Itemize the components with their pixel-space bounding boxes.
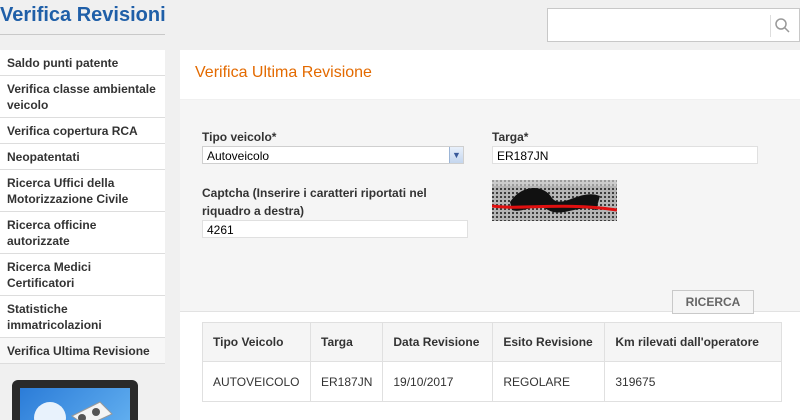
table-row: AUTOVEICOLO ER187JN 19/10/2017 REGOLARE … [202,361,782,402]
sidebar-item-verifica-classe-ambientale[interactable]: Verifica classe ambientale veicolo [0,76,165,118]
captcha-image [492,180,617,221]
sidebar-item-saldo-punti-patente[interactable]: Saldo punti patente [0,50,165,76]
cell-targa: ER187JN [309,361,384,402]
table-header-row: Tipo Veicolo Targa Data Revisione Esito … [202,322,782,362]
column-header-targa: Targa [309,322,384,362]
promo-screen [20,388,130,420]
header: Verifica Revisioni [0,0,800,48]
sidebar-nav: Saldo punti patente Verifica classe ambi… [0,50,165,420]
sidebar-item-statistiche-immatricolazioni[interactable]: Statistiche immatricolazioni [0,296,165,338]
plate-label: Targa* [492,130,529,144]
captcha-field[interactable]: 4261 [202,220,468,238]
column-header-km-rilevati: Km rilevati dall'operatore [604,322,782,362]
plate-field[interactable]: ER187JN [492,146,758,164]
promo-laptop-image[interactable] [12,380,138,420]
vehicle-type-select[interactable]: Autoveicolo ▼ [202,146,464,164]
sidebar-item-neopatentati[interactable]: Neopatentati [0,144,165,170]
vehicle-type-label: Tipo veicolo* [202,130,277,144]
search-icon[interactable] [770,15,792,37]
column-header-data-revisione: Data Revisione [382,322,494,362]
title-underline [0,34,165,35]
cell-esito-revisione: REGOLARE [492,361,606,402]
results-table: Tipo Veicolo Targa Data Revisione Esito … [202,322,782,402]
main-content: Verifica Ultima Revisione Tipo veicolo* … [180,50,800,420]
sidebar-item-verifica-copertura-rca[interactable]: Verifica copertura RCA [0,118,165,144]
column-header-tipo-veicolo: Tipo Veicolo [202,322,311,362]
sidebar-item-verifica-ultima-revisione[interactable]: Verifica Ultima Revisione [0,338,165,364]
search-button[interactable]: RICERCA [672,290,754,314]
cell-tipo-veicolo: AUTOVEICOLO [202,361,311,402]
sidebar-item-ricerca-officine[interactable]: Ricerca officine autorizzate [0,212,165,254]
sidebar-item-ricerca-medici[interactable]: Ricerca Medici Certificatori [0,254,165,296]
captcha-label: Captcha (Inserire i caratteri riportati … [202,186,427,218]
section-header: Verifica Ultima Revisione [180,50,800,100]
section-title: Verifica Ultima Revisione [195,64,372,81]
cell-km-rilevati: 319675 [604,361,782,402]
search-input[interactable] [552,14,762,36]
chevron-down-icon[interactable]: ▼ [449,147,463,163]
search-box [547,8,800,42]
cell-data-revisione: 19/10/2017 [382,361,494,402]
column-header-esito-revisione: Esito Revisione [492,322,606,362]
app-title: Verifica Revisioni [0,4,166,26]
vehicle-type-value: Autoveicolo [207,149,270,163]
sidebar-item-ricerca-uffici[interactable]: Ricerca Uffici della Motorizzazione Civi… [0,170,165,212]
